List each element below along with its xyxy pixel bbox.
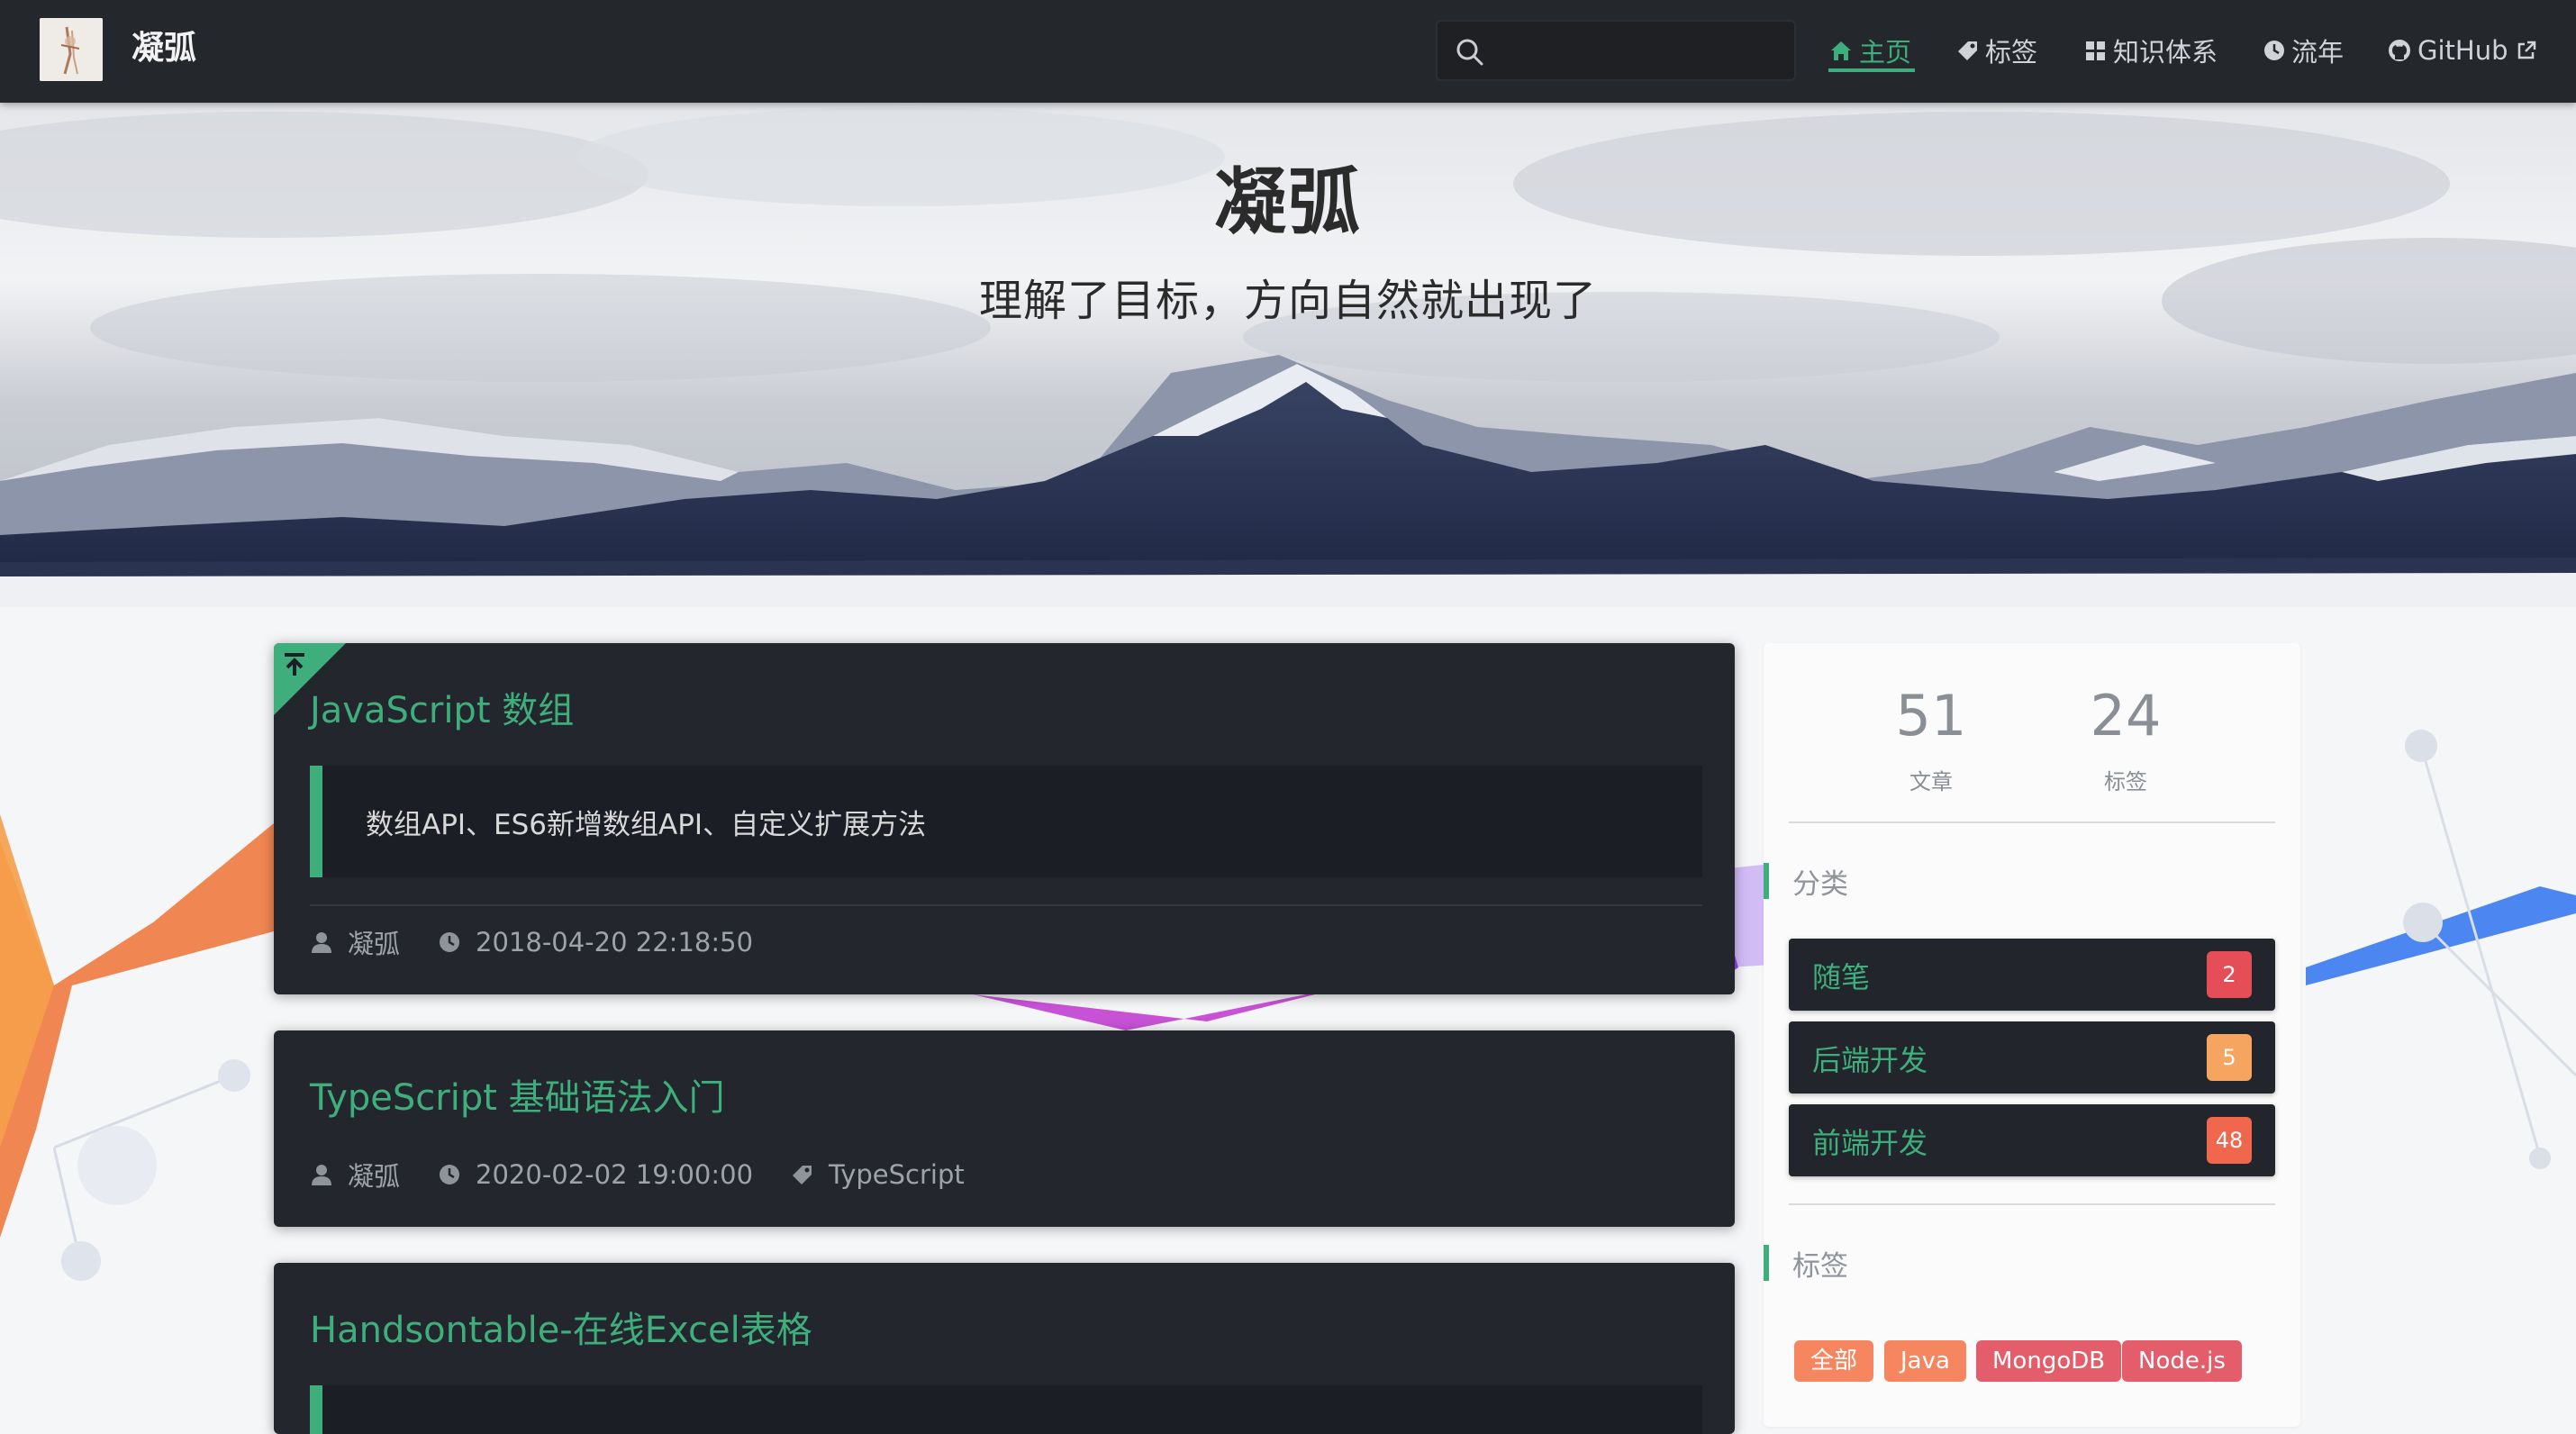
post-author: 凝弧 [348,929,401,959]
github-icon [2389,40,2410,61]
tags-heading: 标签 [1764,1245,1848,1283]
post-excerpt [310,1385,1702,1434]
home-icon [1831,41,1851,60]
stat-tags-count[interactable]: 24 [2036,683,2216,749]
nav-tags[interactable]: 标签 [1956,29,2037,72]
nav-github-label: GitHub [2417,35,2508,66]
nav-home[interactable]: 主页 [1828,29,1911,72]
nav-github[interactable]: GitHub [2387,29,2543,72]
category-name: 随笔 [1812,960,1871,994]
sidebar-divider [1789,821,2275,823]
category-item[interactable]: 后端开发 5 [1789,1021,2275,1094]
tag-chip[interactable]: Java [1884,1340,1966,1382]
grid-icon [2086,41,2105,60]
post-divider [310,904,1702,906]
user-icon [312,1165,331,1185]
category-name: 后端开发 [1812,1043,1928,1077]
post-card[interactable]: JavaScript 数组 数组API、ES6新增数组API、自定义扩展方法 凝… [274,643,1735,994]
post-excerpt-text: 数组API、ES6新增数组API、自定义扩展方法 [366,809,927,841]
post-title[interactable]: JavaScript 数组 [310,681,574,733]
tag-icon [1958,41,1977,60]
nav-timeline-label: 流年 [2291,37,2345,68]
post-date: 2020-02-02 19:00:00 [476,1159,754,1190]
nav-active-underline [1828,68,1915,72]
category-name: 前端开发 [1812,1126,1928,1160]
post-card[interactable]: Handsontable-在线Excel表格 [274,1263,1735,1434]
category-count-badge: 5 [2207,1034,2252,1081]
category-item[interactable]: 前端开发 48 [1789,1104,2275,1176]
post-excerpt: 数组API、ES6新增数组API、自定义扩展方法 [310,766,1702,877]
site-logo[interactable] [40,18,103,81]
post-author: 凝弧 [348,1161,401,1192]
sidebar-divider [1789,1203,2275,1205]
stat-articles-label: 文章 [1909,769,1953,794]
clock-icon [440,932,460,952]
nav-timeline[interactable]: 流年 [2263,29,2344,72]
site-title[interactable]: 凝弧 [132,25,196,72]
tag-chip[interactable]: MongoDB [1976,1340,2122,1382]
post-title[interactable]: TypeScript 基础语法入门 [310,1068,725,1121]
stat-tags-label: 标签 [2104,769,2147,794]
external-link-icon [2517,41,2535,59]
tag-chip[interactable]: Node.js [2122,1340,2242,1382]
post-meta: 凝弧 2018-04-20 22:18:50 [310,924,791,960]
search-input[interactable] [1497,29,1785,72]
category-item[interactable]: 随笔 2 [1789,939,2275,1011]
user-icon [312,932,331,953]
tags-heading-text: 标签 [1792,1249,1848,1283]
categories-heading: 分类 [1764,863,1848,901]
search-icon [1456,39,1483,66]
post-meta: 凝弧 2020-02-02 19:00:00 TypeScript [310,1157,1002,1193]
nav-knowledge-label: 知识体系 [2113,37,2218,68]
hero-title: 凝弧 [1214,160,1362,244]
search-box[interactable] [1436,20,1796,81]
post-title[interactable]: Handsontable-在线Excel表格 [310,1301,812,1353]
nav-knowledge[interactable]: 知识体系 [2084,29,2218,72]
hero-subtitle: 理解了目标，方向自然就出现了 [978,276,1597,326]
stat-articles-count[interactable]: 51 [1841,683,2021,749]
post-tag[interactable]: TypeScript [829,1159,965,1190]
categories-heading-text: 分类 [1792,867,1848,901]
top-navbar: 凝弧 主页 标签 知识体系 流年 GitHub [0,0,2576,103]
nav-tags-label: 标签 [1985,37,2038,68]
tag-icon [793,1166,812,1184]
nav-home-label: 主页 [1859,37,1912,68]
tag-chip-all[interactable]: 全部 [1794,1340,1874,1382]
clock-icon [440,1165,460,1184]
post-date: 2018-04-20 22:18:50 [476,927,754,958]
hero-banner: 凝弧 理解了目标，方向自然就出现了 [0,103,2576,607]
category-count-badge: 48 [2207,1117,2252,1164]
clock-icon [2264,41,2284,60]
category-count-badge: 2 [2207,951,2252,998]
post-card[interactable]: TypeScript 基础语法入门 凝弧 2020-02-02 19:00:00… [274,1030,1735,1227]
sidebar: 51 文章 24 标签 分类 随笔 2 后端开发 5 前端开发 48 标签 [1764,643,2300,1427]
